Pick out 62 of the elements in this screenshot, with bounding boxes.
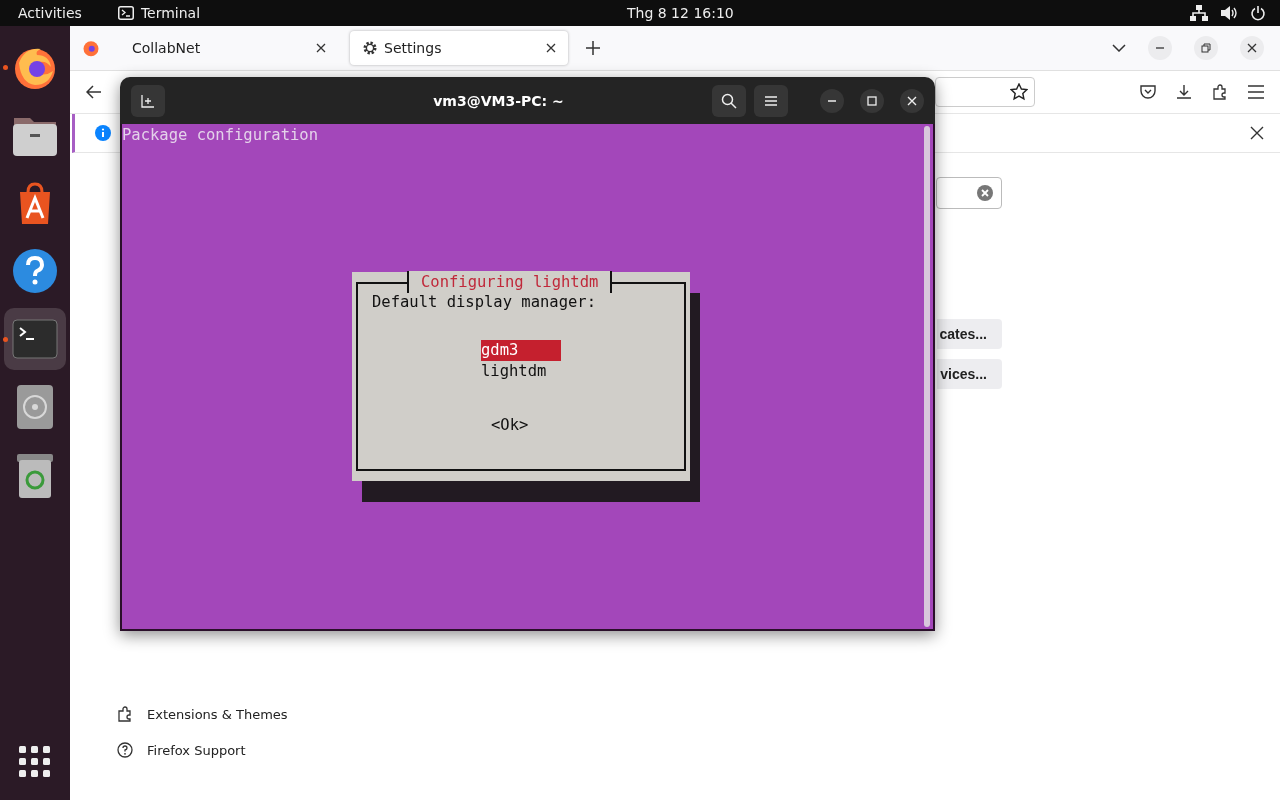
terminal-icon [12,319,58,359]
settings-button[interactable]: cates... [936,319,1002,349]
gear-icon [362,40,378,56]
dialog-prompt: Default display manager: [372,293,597,311]
search-icon [721,92,737,109]
maximize-button[interactable] [860,88,884,113]
puzzle-icon[interactable] [1212,84,1228,100]
help-icon [12,248,58,294]
menu-option[interactable]: gdm3 [481,340,561,361]
terminal-icon [117,6,134,20]
new-tab-icon[interactable] [586,41,600,55]
minimize-icon [827,99,837,102]
window-title: vm3@VM3-PC: ~ [433,92,564,109]
restore-button[interactable] [1194,36,1218,60]
back-arrow-icon[interactable] [86,85,102,99]
download-icon[interactable] [1176,84,1192,100]
close-icon [907,95,917,106]
info-icon [95,125,111,141]
trash-icon [17,452,53,498]
sidebar-link[interactable]: Firefox Support [117,742,288,758]
close-icon[interactable] [1250,126,1264,140]
close-icon[interactable] [546,43,556,53]
volume-icon[interactable] [1220,5,1238,21]
app-menu[interactable]: Terminal [117,5,201,21]
network-icon[interactable] [1190,5,1208,21]
firefox-icon[interactable] [82,39,100,57]
chevron-down-icon[interactable] [1112,44,1126,52]
close-button[interactable] [1240,36,1264,60]
minimize-button[interactable] [1148,36,1172,60]
menu-icon [765,94,777,107]
help-icon [117,742,133,758]
scrollbar[interactable] [924,126,930,627]
backtitle: Package configuration [122,126,318,144]
star-icon[interactable] [1010,83,1028,101]
dialog-title: Configuring lightdm [407,271,613,293]
search-button[interactable] [712,84,746,117]
close-button[interactable] [900,88,924,113]
app-grid-icon[interactable] [19,746,51,778]
search-field[interactable] [936,177,1002,209]
activities-button[interactable]: Activities [18,5,82,21]
settings-button[interactable]: vices... [937,359,1002,389]
address-field[interactable] [935,77,1035,107]
menu-option[interactable]: lightdm [481,361,561,382]
maximize-icon [867,95,877,106]
close-icon[interactable] [316,43,326,53]
pocket-icon[interactable] [1140,84,1156,100]
menu-button[interactable] [754,84,788,117]
new-tab-icon [141,93,155,108]
clock[interactable]: Thg 8 12 16:10 [627,5,734,21]
puzzle-icon [117,706,133,722]
restore-icon [1201,43,1211,53]
minimize-button[interactable] [820,88,844,113]
clear-icon[interactable] [977,185,993,201]
browser-tab[interactable]: CollabNet [120,31,338,65]
sidebar-link[interactable]: Extensions & Themes [117,706,288,722]
ok-button[interactable]: <Ok> [491,416,684,434]
new-tab-button[interactable] [131,84,165,117]
browser-tab[interactable]: Settings [350,31,568,65]
menu-icon[interactable] [1248,85,1264,99]
close-icon [1247,43,1257,53]
minimize-icon [1155,47,1165,49]
power-icon[interactable] [1250,5,1266,21]
